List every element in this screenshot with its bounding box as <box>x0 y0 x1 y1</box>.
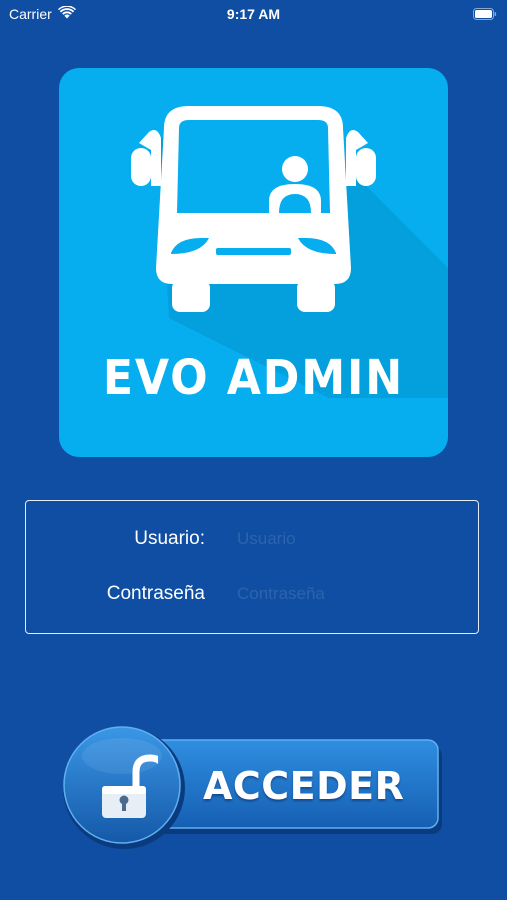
battery-icon <box>473 7 497 20</box>
logo-text: EVO ADMIN <box>102 350 405 406</box>
password-label: Contraseña <box>106 583 205 604</box>
password-row: Contraseña <box>26 579 478 609</box>
username-row: Usuario: <box>26 524 478 554</box>
username-label: Usuario: <box>134 528 205 549</box>
password-input[interactable] <box>237 579 457 609</box>
login-form: Usuario: Contraseña <box>25 500 479 634</box>
unlocked-padlock-icon <box>98 752 158 822</box>
status-time: 9:17 AM <box>226 6 281 22</box>
acceder-button-label: ACCEDER <box>203 764 405 808</box>
status-bar: Carrier 9:17 AM <box>0 0 507 28</box>
username-input[interactable] <box>237 524 457 554</box>
acceder-button[interactable]: ACCEDER <box>60 726 446 850</box>
app-logo: EVO ADMIN <box>59 68 448 457</box>
